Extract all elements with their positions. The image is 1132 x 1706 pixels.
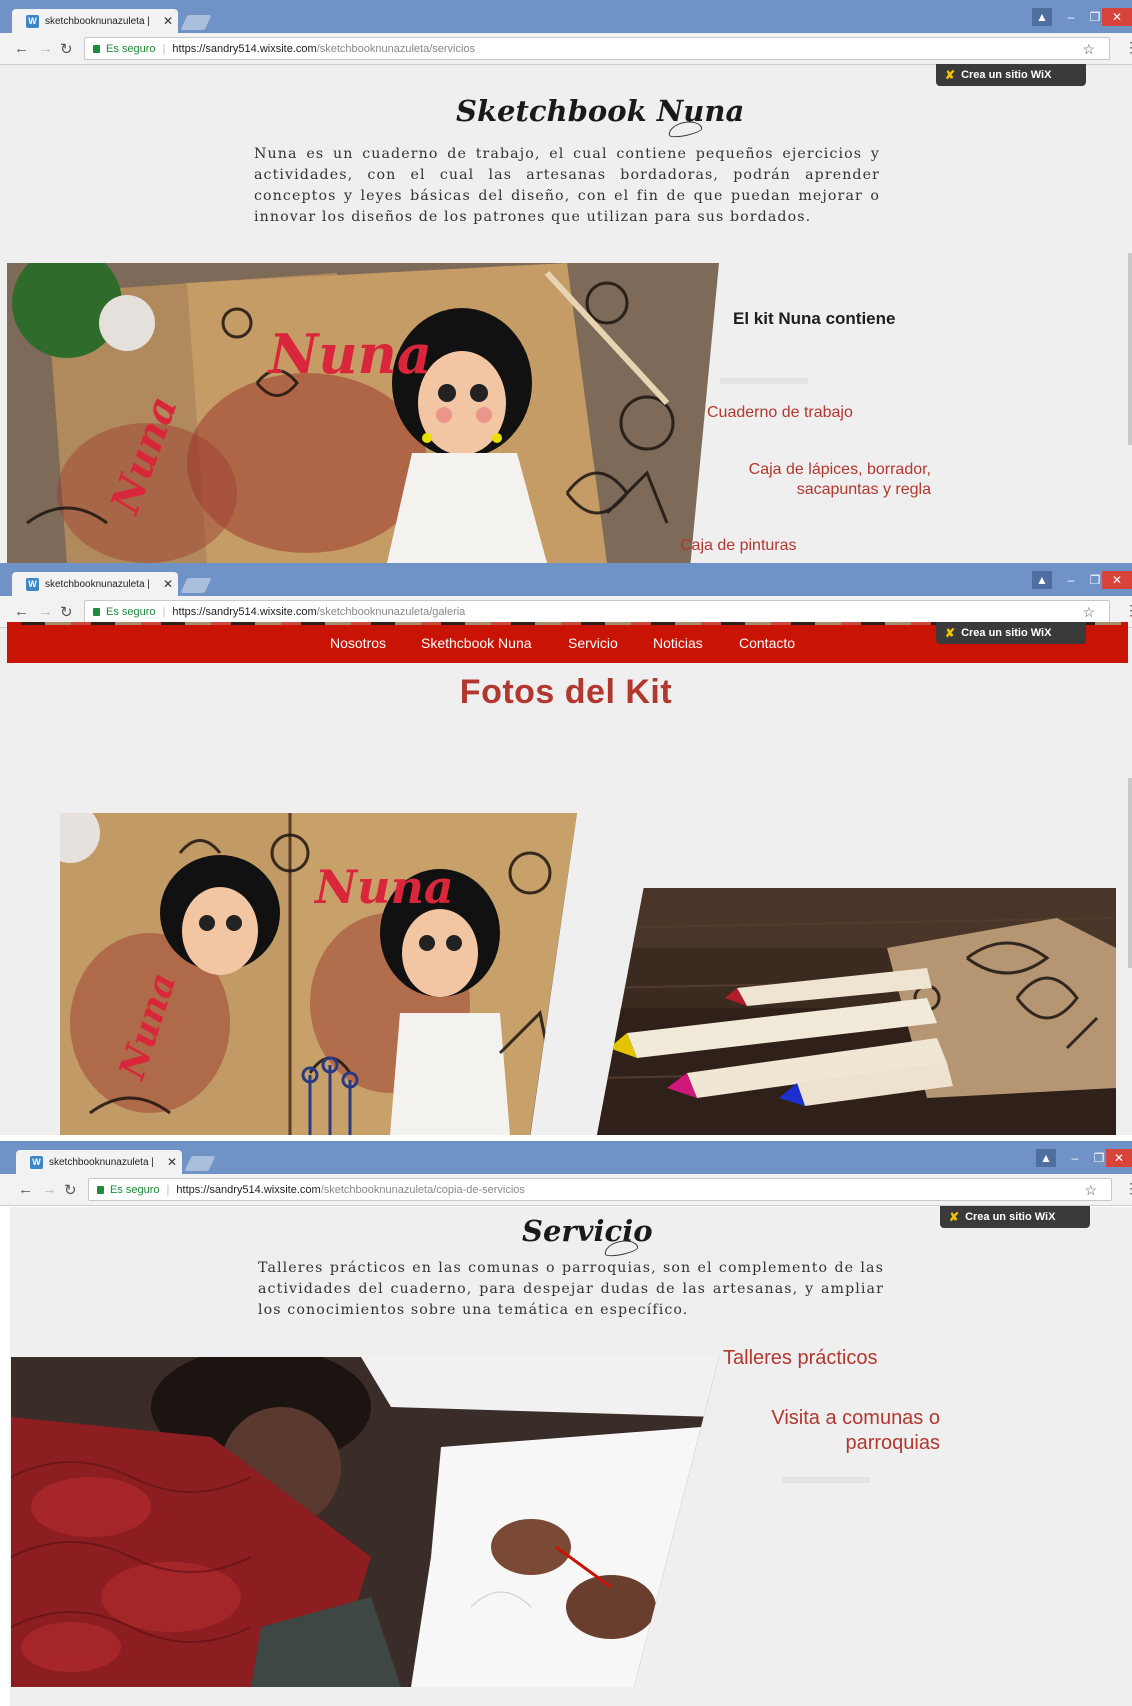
lock-icon — [93, 607, 100, 616]
address-bar[interactable]: Es seguro | https://sandry514.wixsite.co… — [88, 1178, 1112, 1201]
kebab-menu-icon[interactable]: ⋮ — [1124, 602, 1132, 619]
tab-title: sketchbooknunazuleta | — [49, 1156, 154, 1168]
address-bar[interactable]: Es seguro | https://sandry514.wixsite.co… — [84, 600, 1110, 623]
url-path: /sketchbooknunazuleta/galeria — [316, 605, 466, 618]
wix-logo-icon: ✘ — [945, 68, 956, 82]
url-path: /sketchbooknunazuleta/copia-de-servicios — [320, 1183, 525, 1196]
nav-item-servicio[interactable]: Servicio — [568, 635, 618, 651]
browser-tab[interactable]: W sketchbooknunazuleta | ✕ — [16, 1150, 182, 1174]
secure-label: Es seguro — [110, 1183, 160, 1196]
image-text-nuna-1: Nuna — [313, 860, 454, 914]
service-item-talleres: Talleres prácticos — [723, 1347, 878, 1369]
close-icon[interactable]: ✕ — [163, 14, 173, 28]
user-icon[interactable]: ▲ — [1032, 571, 1052, 589]
arrow-right-icon[interactable]: → — [42, 1181, 57, 1198]
arrow-left-icon[interactable]: ← — [14, 603, 29, 620]
screenshot-galeria: W sketchbooknunazuleta | ✕ ▲ – ❐ ✕ ← → ↻… — [0, 563, 1132, 1135]
service-paragraph: Talleres prácticos en las comunas o parr… — [258, 1260, 884, 1318]
gallery-photo-pencils — [597, 888, 1116, 1135]
kit-item-pinturas: Caja de pinturas — [680, 537, 797, 554]
embroidery-photo — [11, 1357, 719, 1687]
lock-icon — [93, 44, 100, 53]
screenshot-servicios: W sketchbooknunazuleta | ✕ ▲ – ❐ ✕ ← → ↻… — [0, 0, 1132, 563]
intro-paragraph: Nuna es un cuaderno de trabajo, el cual … — [254, 146, 880, 225]
user-icon[interactable]: ▲ — [1032, 8, 1052, 26]
star-icon[interactable]: ☆ — [1082, 41, 1095, 58]
secure-label: Es seguro — [106, 42, 156, 55]
kit-item-lapices-line1: Caja de lápices, borrador, — [748, 461, 931, 478]
new-tab-button[interactable] — [180, 578, 212, 593]
url-host: https://sandry514.wixsite.com — [176, 1183, 321, 1196]
kit-photo: Nuna Nuna — [7, 263, 719, 563]
tab-bar: W sketchbooknunazuleta | ✕ ▲ – ❐ ✕ — [0, 1141, 1132, 1174]
star-icon[interactable]: ☆ — [1082, 604, 1095, 621]
kebab-menu-icon[interactable]: ⋮ — [1124, 39, 1132, 56]
divider-bar — [782, 1477, 870, 1483]
kit-title: El kit Nuna contiene — [733, 309, 896, 328]
minimize-icon[interactable]: – — [1060, 571, 1082, 589]
window-close-icon[interactable]: ✕ — [1102, 571, 1132, 589]
wix-logo-icon: ✘ — [945, 626, 956, 640]
wix-badge[interactable]: ✘ Crea un sitio WiX — [936, 622, 1086, 644]
browser-tab[interactable]: W sketchbooknunazuleta | ✕ — [12, 572, 178, 596]
arrow-right-icon[interactable]: → — [38, 603, 53, 620]
wix-badge-label: Crea un sitio WiX — [961, 69, 1052, 81]
wix-favicon-icon: W — [26, 577, 39, 591]
service-item-visita-line1: Visita a comunas o — [771, 1407, 940, 1429]
wix-badge-label: Crea un sitio WiX — [961, 627, 1052, 639]
browser-toolbar: ← → ↻ Es seguro | https://sandry514.wixs… — [0, 1174, 1132, 1206]
url-path: /sketchbooknunazuleta/servicios — [316, 42, 476, 55]
window-close-icon[interactable]: ✕ — [1102, 8, 1132, 26]
arrow-left-icon[interactable]: ← — [14, 40, 29, 57]
tab-bar: W sketchbooknunazuleta | ✕ ▲ – ❐ ✕ — [0, 0, 1132, 33]
arrow-left-icon[interactable]: ← — [18, 1181, 33, 1198]
wix-favicon-icon: W — [26, 14, 39, 28]
wix-logo-icon: ✘ — [949, 1210, 960, 1224]
tab-bar: W sketchbooknunazuleta | ✕ ▲ – ❐ ✕ — [0, 563, 1132, 596]
new-tab-button[interactable] — [184, 1156, 216, 1171]
nav-item-sketchbook[interactable]: Skethcbook Nuna — [421, 635, 532, 651]
scrollbar[interactable] — [1128, 253, 1132, 445]
address-bar[interactable]: Es seguro | https://sandry514.wixsite.co… — [84, 37, 1110, 60]
divider-bar — [720, 378, 808, 384]
star-icon[interactable]: ☆ — [1084, 1182, 1097, 1199]
nav-item-contacto[interactable]: Contacto — [739, 635, 795, 651]
close-icon[interactable]: ✕ — [167, 1155, 177, 1169]
nav-item-noticias[interactable]: Noticias — [653, 635, 703, 651]
wix-favicon-icon: W — [30, 1155, 43, 1169]
gallery-photo-notebooks: Nuna Nuna — [60, 813, 577, 1135]
service-item-visita-line2: parroquias — [845, 1432, 940, 1454]
image-text-nuna-1: Nuna — [267, 322, 432, 386]
wix-badge[interactable]: ✘ Crea un sitio WiX — [936, 64, 1086, 86]
minimize-icon[interactable]: – — [1064, 1149, 1086, 1167]
minimize-icon[interactable]: – — [1060, 8, 1082, 26]
gallery-title: Fotos del Kit — [459, 673, 673, 711]
secure-label: Es seguro — [106, 605, 156, 618]
url-host: https://sandry514.wixsite.com — [172, 605, 317, 618]
url-host: https://sandry514.wixsite.com — [172, 42, 317, 55]
close-icon[interactable]: ✕ — [163, 577, 173, 591]
browser-tab[interactable]: W sketchbooknunazuleta | ✕ — [12, 9, 178, 33]
kebab-menu-icon[interactable]: ⋮ — [1124, 1180, 1132, 1197]
nav-item-nosotros[interactable]: Nosotros — [330, 635, 386, 651]
screenshot-copia-de-servicios: W sketchbooknunazuleta | ✕ ▲ – ❐ ✕ ← → ↻… — [0, 1141, 1132, 1706]
new-tab-button[interactable] — [180, 15, 212, 30]
user-icon[interactable]: ▲ — [1036, 1149, 1056, 1167]
site-logo: Sketchbook Nuna — [456, 94, 745, 128]
reload-icon[interactable]: ↻ — [60, 603, 73, 621]
lock-icon — [97, 1185, 104, 1194]
reload-icon[interactable]: ↻ — [60, 40, 73, 58]
tab-title: sketchbooknunazuleta | — [45, 15, 150, 27]
reload-icon[interactable]: ↻ — [64, 1181, 77, 1199]
wix-badge-label: Crea un sitio WiX — [965, 1211, 1056, 1223]
kit-item-cuaderno: Cuaderno de trabajo — [707, 404, 853, 421]
scrollbar[interactable] — [1128, 778, 1132, 968]
wix-badge[interactable]: ✘ Crea un sitio WiX — [940, 1206, 1090, 1228]
arrow-right-icon[interactable]: → — [38, 40, 53, 57]
kit-item-lapices-line2: sacapuntas y regla — [796, 481, 931, 498]
window-close-icon[interactable]: ✕ — [1106, 1149, 1132, 1167]
browser-toolbar: ← → ↻ Es seguro | https://sandry514.wixs… — [0, 33, 1132, 65]
tab-title: sketchbooknunazuleta | — [45, 578, 150, 590]
